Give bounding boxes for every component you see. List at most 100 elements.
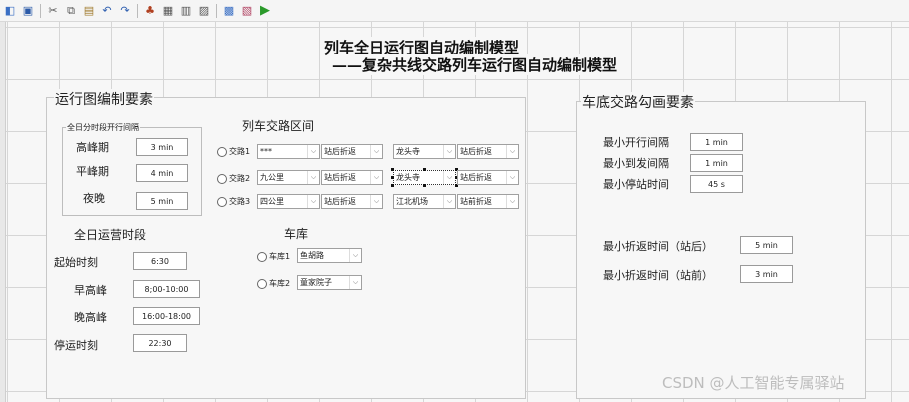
start-time-input[interactable]: 6:30 (133, 252, 187, 270)
chart-icon[interactable]: ▨ (196, 3, 212, 19)
chevron-down-icon[interactable]: ⌵ (443, 171, 455, 184)
route3-end-turn-select[interactable]: 站前折返 ⌵ (457, 194, 519, 209)
route3-start-turn-select[interactable]: 站后折返 ⌵ (321, 194, 383, 209)
evening-peak-label: 晚高峰 (74, 311, 107, 324)
route1-start-value: *** (260, 147, 272, 156)
peak-interval-input[interactable]: 3 min (136, 138, 188, 156)
depot1-select[interactable]: 鱼胡路 ⌵ (297, 248, 362, 263)
chevron-down-icon[interactable]: ⌵ (349, 249, 361, 262)
chevron-down-icon[interactable]: ⌵ (506, 171, 518, 184)
route2-radio[interactable]: 交路2 (217, 173, 250, 184)
route2-start-value: 九公里 (260, 173, 284, 182)
floppy-icon[interactable]: ▣ (20, 3, 36, 19)
radio-button[interactable] (257, 251, 267, 262)
radio-button[interactable] (217, 196, 227, 207)
tree-icon[interactable]: ♣ (142, 3, 158, 19)
selection-handle[interactable] (423, 168, 426, 171)
rolling-stock-title: 车底交路勾画要素 (581, 92, 695, 112)
radio-button[interactable] (217, 146, 227, 157)
cut-icon[interactable]: ✂ (45, 3, 61, 19)
undo-icon[interactable]: ↶ (99, 3, 115, 19)
end-time-input[interactable]: 22:30 (133, 334, 187, 352)
chevron-down-icon[interactable]: ⌵ (370, 195, 382, 208)
min-headway-input[interactable]: 1 min (690, 133, 743, 151)
route2-start-turn-value: 站后折返 (324, 173, 356, 182)
chevron-down-icon[interactable]: ⌵ (370, 145, 382, 158)
morning-peak-input[interactable]: 8;00-10:00 (133, 280, 200, 298)
chevron-down-icon[interactable]: ⌵ (349, 276, 361, 289)
form-icon[interactable]: ▦ (160, 3, 176, 19)
route1-start-select[interactable]: *** ⌵ (257, 144, 320, 159)
route1-end-select[interactable]: 龙头寺 ⌵ (393, 144, 456, 159)
route1-radio[interactable]: 交路1 (217, 146, 250, 157)
radio-button[interactable] (257, 278, 267, 289)
route2-end-turn-value: 站后折返 (460, 173, 492, 182)
selection-handle[interactable] (391, 168, 394, 171)
route2-start-turn-select[interactable]: 站后折返 ⌵ (321, 170, 383, 185)
night-interval-input[interactable]: 5 min (136, 192, 188, 210)
route1-start-turn-select[interactable]: 站后折返 ⌵ (321, 144, 383, 159)
depot2-value: 童家院子 (300, 278, 332, 287)
route3-end-select[interactable]: 江北机场 ⌵ (393, 194, 456, 209)
image-icon[interactable]: ▩ (221, 3, 237, 19)
toolbar-separator (216, 3, 217, 18)
chevron-down-icon[interactable]: ⌵ (506, 195, 518, 208)
end-time-label: 停运时刻 (54, 339, 98, 352)
selection-handle[interactable] (391, 184, 394, 187)
route3-start-select[interactable]: 四公里 ⌵ (257, 194, 320, 209)
radio-button[interactable] (217, 173, 227, 184)
paste-icon[interactable]: ▤ (81, 3, 97, 19)
routing-title: 列车交路区间 (242, 119, 315, 133)
route3-label: 交路3 (229, 197, 251, 206)
min-dwell-label: 最小停站时间 (603, 178, 669, 191)
chevron-down-icon[interactable]: ⌵ (307, 171, 319, 184)
depot1-radio[interactable]: 车库1 (257, 251, 290, 262)
depot2-select[interactable]: 童家院子 ⌵ (297, 275, 362, 290)
offpeak-interval-input[interactable]: 4 min (136, 164, 188, 182)
chevron-down-icon[interactable]: ⌵ (506, 145, 518, 158)
selection-handle[interactable] (391, 176, 394, 179)
selection-handle[interactable] (423, 184, 426, 187)
save-icon[interactable]: ◧ (2, 3, 18, 19)
run-icon[interactable]: ▶ (257, 3, 273, 19)
route3-end-turn-value: 站前折返 (460, 197, 492, 206)
chevron-down-icon[interactable]: ⌵ (307, 145, 319, 158)
period-interval-title: 全日分时段开行间隔 (66, 122, 140, 133)
chevron-down-icon[interactable]: ⌵ (443, 195, 455, 208)
table-icon[interactable]: ▥ (178, 3, 194, 19)
copy-icon[interactable]: ⧉ (63, 3, 79, 19)
min-arrival-departure-input[interactable]: 1 min (690, 154, 743, 172)
route2-label: 交路2 (229, 174, 251, 183)
route2-end-select[interactable]: 龙头寺 ⌵ (393, 170, 456, 185)
route1-end-turn-select[interactable]: 站后折返 ⌵ (457, 144, 519, 159)
route2-start-select[interactable]: 九公里 ⌵ (257, 170, 320, 185)
chevron-down-icon[interactable]: ⌵ (370, 171, 382, 184)
offpeak-label: 平峰期 (76, 165, 109, 178)
route3-radio[interactable]: 交路3 (217, 196, 250, 207)
route1-end-value: 龙头寺 (396, 147, 420, 156)
depot1-label: 车库1 (269, 252, 291, 261)
toolbar-separator (40, 3, 41, 18)
start-time-label: 起始时刻 (54, 256, 98, 269)
morning-peak-label: 早高峰 (74, 284, 107, 297)
route2-end-value: 龙头寺 (396, 173, 420, 182)
route2-end-turn-select[interactable]: 站后折返 ⌵ (457, 170, 519, 185)
redo-icon[interactable]: ↷ (117, 3, 133, 19)
flow-icon[interactable]: ▧ (239, 3, 255, 19)
toolbar-separator (137, 3, 138, 18)
depot2-radio[interactable]: 车库2 (257, 278, 290, 289)
evening-peak-input[interactable]: 16:00-18:00 (133, 307, 200, 325)
min-turnback-before-input[interactable]: 3 min (740, 265, 793, 283)
chevron-down-icon[interactable]: ⌵ (307, 195, 319, 208)
route1-label: 交路1 (229, 147, 251, 156)
watermark: CSDN @人工智能专属驿站 (662, 374, 845, 392)
route1-end-turn-value: 站后折返 (460, 147, 492, 156)
depot-title: 车库 (284, 227, 309, 241)
route1-start-turn-value: 站后折返 (324, 147, 356, 156)
min-turnback-after-input[interactable]: 5 min (740, 236, 793, 254)
min-arrival-departure-label: 最小到发间隔 (603, 157, 669, 170)
min-headway-label: 最小开行间隔 (603, 136, 669, 149)
chevron-down-icon[interactable]: ⌵ (443, 145, 455, 158)
timetable-elements-title: 运行图编制要素 (54, 89, 154, 109)
min-dwell-input[interactable]: 45 s (690, 175, 743, 193)
